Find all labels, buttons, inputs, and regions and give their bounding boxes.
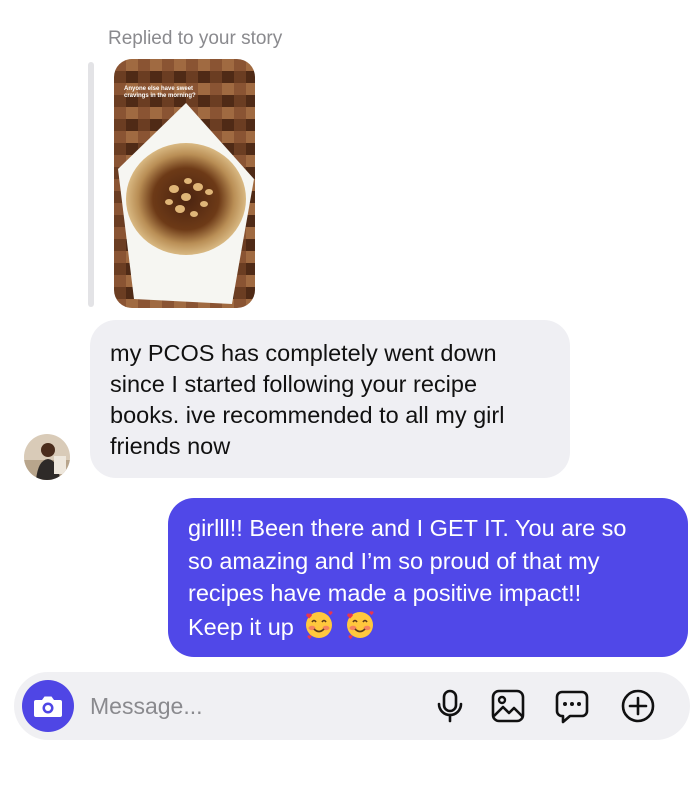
gallery-button[interactable] bbox=[488, 686, 528, 726]
message-composer bbox=[14, 672, 690, 740]
message-line: my PCOS has completely went down bbox=[110, 340, 497, 366]
message-line: girlll!! Been there and I GET IT. You ar… bbox=[188, 515, 627, 541]
gallery-icon bbox=[491, 689, 525, 723]
message-line: so amazing and I’m so proud of that my bbox=[188, 547, 600, 574]
message-input[interactable] bbox=[90, 692, 390, 720]
microphone-button[interactable] bbox=[430, 686, 470, 726]
message-line: books. ive recommended to all my girl bbox=[110, 402, 505, 428]
story-caption: Anyone else have sweet cravings in the m… bbox=[124, 86, 196, 99]
message-line: recipes have made a positive impact!! bbox=[188, 580, 582, 606]
microphone-icon bbox=[437, 689, 463, 723]
plus-icon bbox=[621, 689, 655, 723]
incoming-message-bubble[interactable]: my PCOS has completely went down since I… bbox=[90, 320, 570, 478]
message-line: Keep it up bbox=[188, 613, 294, 640]
more-options-button[interactable] bbox=[618, 686, 658, 726]
message-line: friends now bbox=[110, 433, 231, 459]
smiling-face-with-hearts-icon bbox=[304, 610, 334, 649]
outgoing-message-bubble[interactable]: girlll!! Been there and I GET IT. You ar… bbox=[168, 498, 688, 657]
smiling-face-with-hearts-icon bbox=[345, 610, 375, 649]
camera-button[interactable] bbox=[22, 680, 74, 732]
sender-avatar[interactable] bbox=[24, 434, 70, 480]
message-line: since I started following your recipe bbox=[110, 371, 478, 397]
sticker-chat-icon bbox=[555, 690, 589, 724]
sticker-button[interactable] bbox=[552, 686, 592, 726]
story-reply-bar bbox=[88, 62, 94, 307]
story-thumbnail[interactable]: Anyone else have sweet cravings in the m… bbox=[114, 59, 255, 308]
message-line-with-emoji: Keep it up bbox=[188, 610, 672, 649]
reply-label: Replied to your story bbox=[108, 28, 283, 49]
camera-icon bbox=[34, 696, 62, 717]
